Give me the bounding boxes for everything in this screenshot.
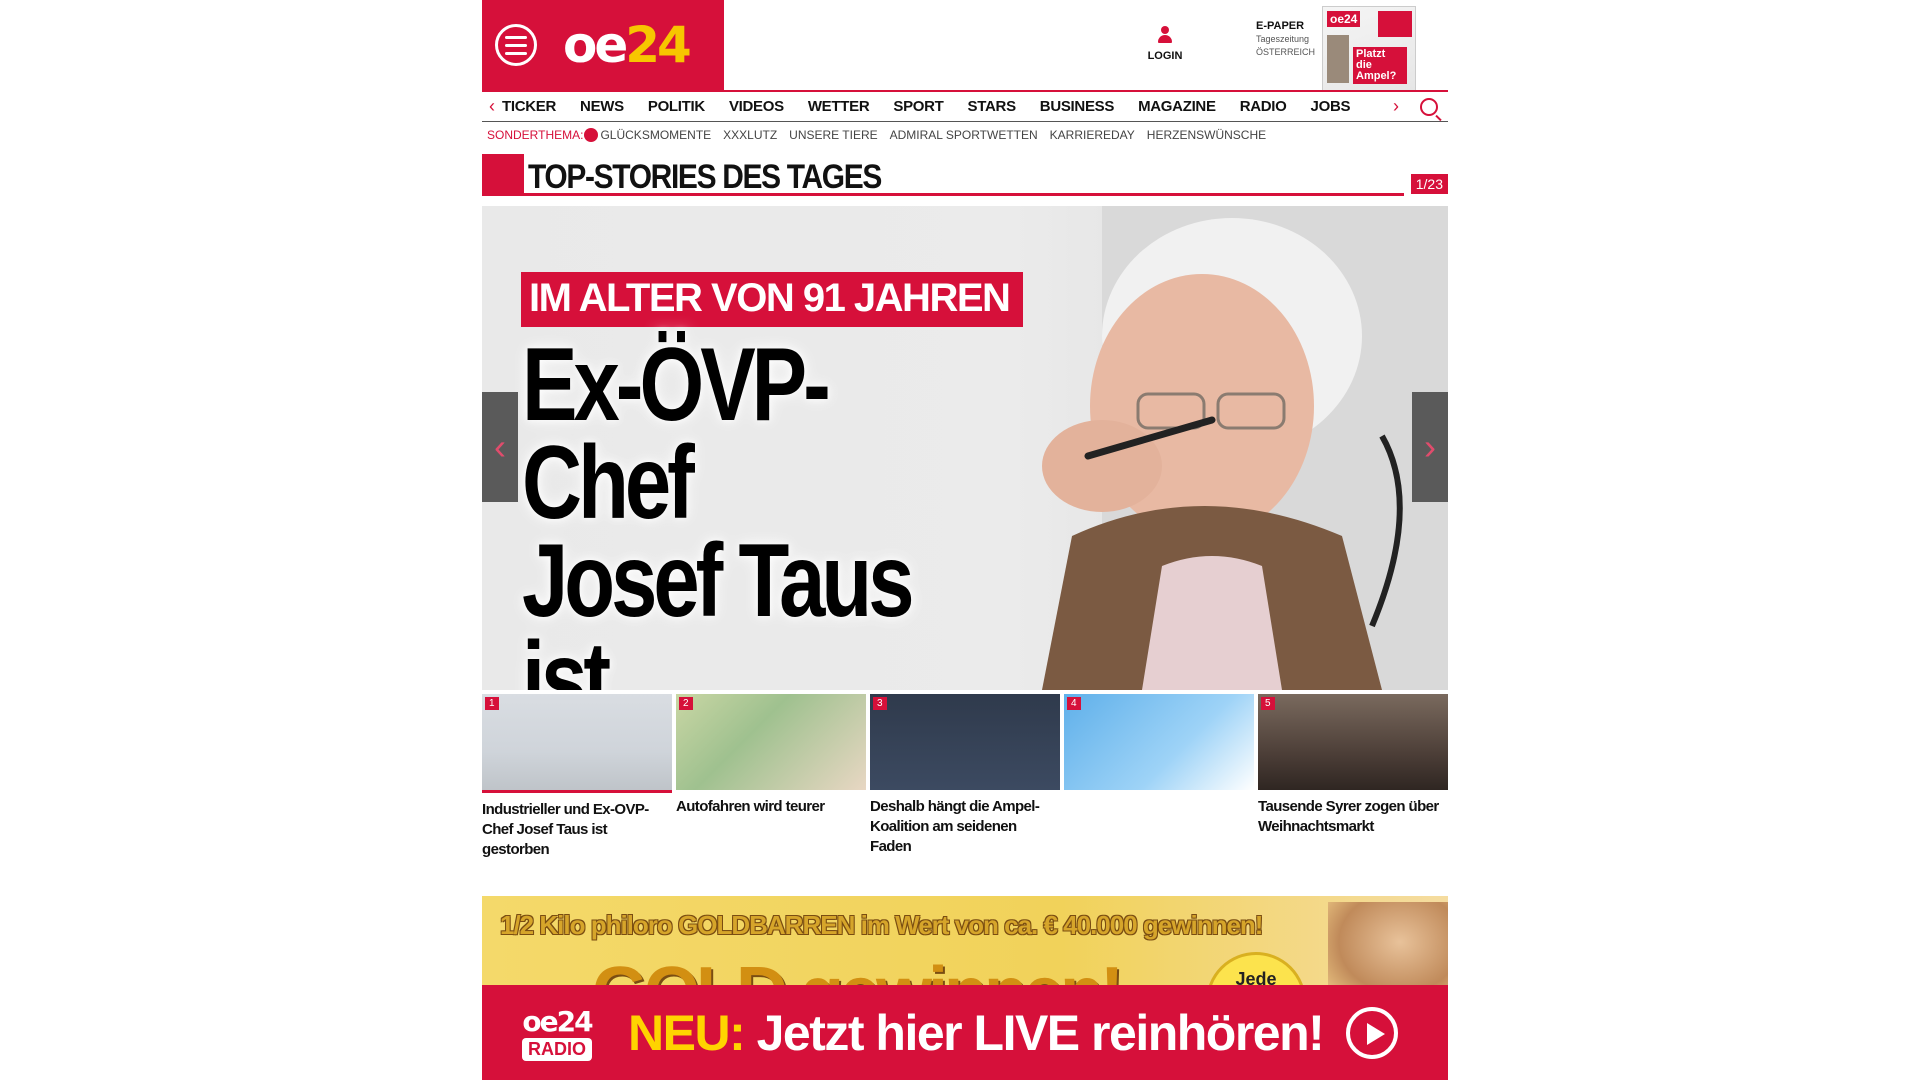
teaser-number: 5 [1261, 697, 1275, 710]
ad-photo [1328, 902, 1448, 996]
teaser-card-ad[interactable]: 4 [1064, 694, 1254, 860]
radio-cta: NEU: Jetzt hier LIVE reinhören! [628, 1004, 1325, 1062]
section-title: TOP-STORIES DES TAGES [528, 158, 882, 196]
teaser-title: Tausende Syrer zogen über Weihnachtsmark… [1258, 798, 1439, 835]
nav-item-magazine[interactable]: MAGAZINE [1138, 98, 1216, 115]
special-topic-link[interactable]: UNSERE TIERE [789, 128, 877, 142]
hero-headline-line-3: ist gestorben [522, 621, 611, 690]
special-topics-bar: SONDERTHEMA: GLÜCKSMOMENTE XXXLUTZ UNSERE … [482, 122, 1448, 148]
radio-bar[interactable]: oe24 RADIO NEU: Jetzt hier LIVE reinhöre… [482, 985, 1448, 1080]
teaser-row: 1 Industrieller und Ex-OVP-Chef Josef Ta… [482, 694, 1448, 860]
teaser-title: Deshalb hängt die Ampel-Koalition am sei… [870, 798, 1040, 855]
site-header: oe24 LOGIN E-PAPER Tageszeitung ÖSTERREI… [482, 0, 1448, 92]
menu-icon[interactable] [495, 24, 537, 66]
chevron-right-icon[interactable]: › [1386, 96, 1406, 117]
slider-prev-button[interactable]: ‹ [482, 392, 518, 502]
hero-headline-line-2: Josef Taus [522, 523, 914, 639]
page: oe24 LOGIN E-PAPER Tageszeitung ÖSTERREI… [482, 0, 1448, 1080]
epaper-subtitle: Tageszeitung [1256, 34, 1310, 44]
radio-logo: oe24 RADIO [512, 1005, 602, 1061]
section-underline [524, 193, 1404, 196]
radio-logo-label: RADIO [522, 1037, 592, 1061]
nav-item-news[interactable]: NEWS [580, 98, 624, 115]
epaper-cover-headline: Platzt die Ampel? [1353, 47, 1407, 84]
nav-list: TICKER NEWS POLITIK VIDEOS WETTER SPORT STARS B… [502, 98, 1386, 115]
epaper-country: ÖSTERREICH [1256, 47, 1316, 57]
teaser-number: 1 [485, 697, 499, 710]
nav-item-wetter[interactable]: WETTER [808, 98, 870, 115]
main-nav: ‹ TICKER NEWS POLITIK VIDEOS WETTER SPORT STAR… [482, 90, 1448, 122]
teaser-card[interactable]: 1 Industrieller und Ex-OVP-Chef Josef Ta… [482, 694, 672, 860]
chevron-left-icon[interactable]: ‹ [482, 96, 502, 117]
teaser-thumbnail: 3 [870, 694, 1060, 790]
teaser-thumbnail: 1 [482, 694, 672, 793]
special-topic-link[interactable]: GLÜCKSMOMENTE [600, 128, 711, 142]
hero-headline[interactable]: Ex-ÖVP-Chef Josef Taus ist gestorben [522, 327, 970, 690]
nav-item-sport[interactable]: SPORT [893, 98, 943, 115]
hero-slider[interactable]: IM ALTER VON 91 JAHREN Ex-ÖVP-Chef Josef… [482, 206, 1448, 690]
teaser-title: Autofahren wird teurer [676, 798, 825, 815]
special-topic-links: GLÜCKSMOMENTE XXXLUTZ UNSERE TIERE ADMIRAL … [600, 128, 1278, 142]
special-topic-label: SONDERTHEMA: [487, 128, 584, 142]
logo-area: oe24 [482, 0, 724, 90]
special-topic-link[interactable]: HERZENSWÜNSCHE [1147, 128, 1266, 142]
login-label: LOGIN [1147, 50, 1183, 62]
teaser-number: 3 [873, 697, 887, 710]
slide-counter: 1/23 [1410, 174, 1448, 194]
site-logo[interactable]: oe24 [563, 20, 692, 70]
nav-item-stars[interactable]: STARS [968, 98, 1017, 115]
nav-item-jobs[interactable]: JOBS [1311, 98, 1351, 115]
play-icon[interactable] [1346, 1006, 1398, 1059]
radio-new-label: NEU: [628, 1004, 746, 1061]
nav-item-ticker[interactable]: TICKER [502, 98, 556, 115]
teaser-card[interactable]: 5 Tausende Syrer zogen über Weihnachtsma… [1258, 694, 1448, 860]
radio-logo-brand: oe24 [522, 1004, 593, 1038]
epaper-cover-banner [1378, 11, 1412, 37]
teaser-number: 4 [1067, 697, 1081, 710]
epaper-link[interactable]: E-PAPER Tageszeitung ÖSTERREICH [1256, 20, 1315, 59]
login-button[interactable]: LOGIN [1142, 26, 1188, 62]
hero-kicker: IM ALTER VON 91 JAHREN [521, 272, 1024, 327]
nav-item-radio[interactable]: RADIO [1240, 98, 1287, 115]
teaser-card[interactable]: 2 Autofahren wird teurer [676, 694, 866, 860]
radio-cta-text: Jetzt hier LIVE reinhören! [756, 1004, 1325, 1061]
hero-headline-line-1: Ex-ÖVP-Chef [522, 327, 831, 541]
special-topic-link[interactable]: KARRIEREDAY [1050, 128, 1135, 142]
gift-icon [584, 128, 599, 142]
nav-item-politik[interactable]: POLITIK [648, 98, 705, 115]
user-icon [1157, 26, 1173, 46]
slider-next-button[interactable]: › [1412, 392, 1448, 502]
ad-title: 1/2 Kilo philoro GOLDBARREN im Wert von … [500, 910, 1263, 940]
nav-item-business[interactable]: BUSINESS [1040, 98, 1115, 115]
nav-item-videos[interactable]: VIDEOS [729, 98, 784, 115]
teaser-number: 2 [679, 697, 693, 710]
epaper-cover[interactable]: oe24 Platzt die Ampel? [1322, 6, 1416, 92]
special-topic-link[interactable]: ADMIRAL SPORTWETTEN [890, 128, 1038, 142]
epaper-cover-photo [1327, 35, 1349, 83]
section-header: TOP-STORIES DES TAGES 1/23 [482, 154, 1448, 198]
search-icon[interactable] [1420, 97, 1438, 116]
teaser-thumbnail: 2 [676, 694, 866, 790]
teaser-thumbnail: 5 [1258, 694, 1448, 790]
teaser-card[interactable]: 3 Deshalb hängt die Ampel-Koalition am s… [870, 694, 1060, 860]
special-topic-link[interactable]: XXXLUTZ [723, 128, 777, 142]
teaser-thumbnail: 4 [1064, 694, 1254, 790]
epaper-cover-logo: oe24 [1327, 11, 1361, 27]
epaper-label: E-PAPER [1256, 20, 1305, 32]
section-accent [482, 154, 524, 196]
teaser-title: Industrieller und Ex-OVP-Chef Josef Taus… [482, 801, 649, 858]
gold-ad-banner[interactable]: 1/2 Kilo philoro GOLDBARREN im Wert von … [482, 896, 1448, 996]
